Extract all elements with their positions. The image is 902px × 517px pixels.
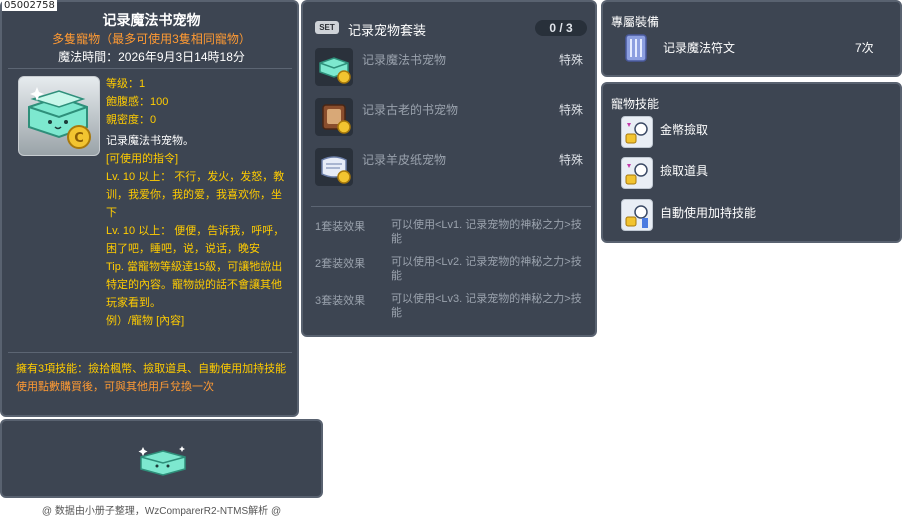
tip-text: Tip. 當寵物等級達15級，可讓牠說出特定的內容。寵物說的話不會讓其他玩家看到… — [106, 261, 283, 309]
description-name: 记录魔法书宠物。 — [106, 135, 194, 147]
parchment-pet-icon[interactable] — [315, 148, 353, 186]
pet-preview-icon — [138, 446, 186, 476]
example-text: 例）/寵物 [內容] — [106, 315, 185, 327]
set-effect-text: 可以使用<Lv2. 记录宠物的神秘之力>技能 — [391, 256, 582, 282]
skills-summary: 擁有3項技能：撿拾楓幣、撿取道具、自動使用加持技能 — [16, 363, 287, 375]
svg-text:C: C — [74, 131, 84, 146]
set-panel: SET 记录宠物套装 0 / 3 记录魔法书宠物 特殊 记录古老的书宠物 特殊 … — [301, 0, 597, 337]
rune-icon — [623, 33, 649, 63]
set-effect-label: 3套装效果 — [315, 295, 366, 307]
set-item-type: 特殊 — [559, 53, 584, 67]
set-badge: SET — [315, 21, 339, 34]
pet-skills-panel: 寵物技能 金幣撿取 撿取道具 自動使用加持技能 — [601, 82, 902, 243]
book-pet-icon[interactable] — [315, 48, 353, 86]
skill-name[interactable]: 自動使用加持技能 — [660, 204, 756, 221]
set-effect-text: 可以使用<Lv1. 记录宠物的神秘之力>技能 — [391, 219, 582, 245]
equip-name[interactable]: 记录魔法符文 — [663, 39, 735, 56]
set-item-name[interactable]: 记录魔法书宠物 — [362, 51, 446, 68]
skill-name[interactable]: 金幣撿取 — [660, 121, 708, 138]
set-effect-label: 2套装效果 — [315, 258, 366, 270]
skills-header: 寵物技能 — [611, 97, 660, 111]
level-stat: 等级：1 — [106, 78, 146, 90]
set-item-type: 特殊 — [559, 103, 584, 117]
pet-icon: C — [18, 76, 100, 156]
item-id-label: 05002758 — [2, 0, 57, 11]
set-title: 记录宠物套装 — [348, 23, 427, 38]
commands-header: [可使用的指令] — [106, 153, 179, 165]
divider — [8, 352, 292, 353]
commands-line-1: Lv. 10 以上： 不行，发火，发怒，教训，我爱你，我的爱，我喜欢你，坐下 — [106, 171, 285, 219]
divider — [8, 68, 292, 69]
pet-preview-panel — [0, 419, 323, 498]
item-tooltip-panel: 记录魔法书宠物 多隻寵物（最多可使用3隻相同寵物） 魔法時間：2026年9月3日… — [0, 0, 299, 417]
commands-line-2: Lv. 10 以上： 便便，告诉我，呼呼，困了吧，睡吧，说，说话，晚安 — [106, 225, 285, 255]
equip-count: 7次 — [855, 41, 874, 55]
fullness-stat: 飽腹感：100 — [106, 96, 169, 108]
set-effect-text: 可以使用<Lv3. 记录宠物的神秘之力>技能 — [391, 293, 582, 319]
item-description: 记录魔法书宠物。 [可使用的指令] Lv. 10 以上： 不行，发火，发怒，教训… — [106, 132, 292, 330]
set-item-type: 特殊 — [559, 153, 584, 167]
item-pickup-icon[interactable] — [621, 157, 653, 189]
equip-header: 專屬裝備 — [611, 15, 660, 29]
trade-note: 使用點數購買後，可與其他用戶兌換一次 — [16, 381, 214, 393]
meso-pickup-icon[interactable] — [621, 116, 653, 148]
exclusive-equip-panel: 專屬裝備 记录魔法符文 7次 — [601, 0, 902, 77]
item-subtitle: 多隻寵物（最多可使用3隻相同寵物） — [52, 32, 251, 46]
magic-time-label: 魔法時間：2026年9月3日14時18分 — [58, 50, 245, 64]
set-count: 0 / 3 — [535, 20, 587, 36]
skill-name[interactable]: 撿取道具 — [660, 162, 708, 179]
credit-text: @ 数据由小册子整理，WzComparerR2-NTMS解析 @ — [41, 506, 282, 517]
closeness-stat: 親密度：0 — [106, 114, 157, 126]
set-effect-label: 1套装效果 — [315, 221, 366, 233]
divider — [311, 206, 591, 207]
set-item-name[interactable]: 记录羊皮纸宠物 — [362, 151, 446, 168]
old-book-pet-icon[interactable] — [315, 98, 353, 136]
item-footer: 擁有3項技能：撿拾楓幣、撿取道具、自動使用加持技能 使用點數購買後，可與其他用戶… — [16, 360, 292, 396]
set-item-name[interactable]: 记录古老的书宠物 — [362, 101, 458, 118]
auto-buff-icon[interactable] — [621, 199, 653, 231]
item-title: 记录魔法书宠物 — [102, 12, 201, 28]
